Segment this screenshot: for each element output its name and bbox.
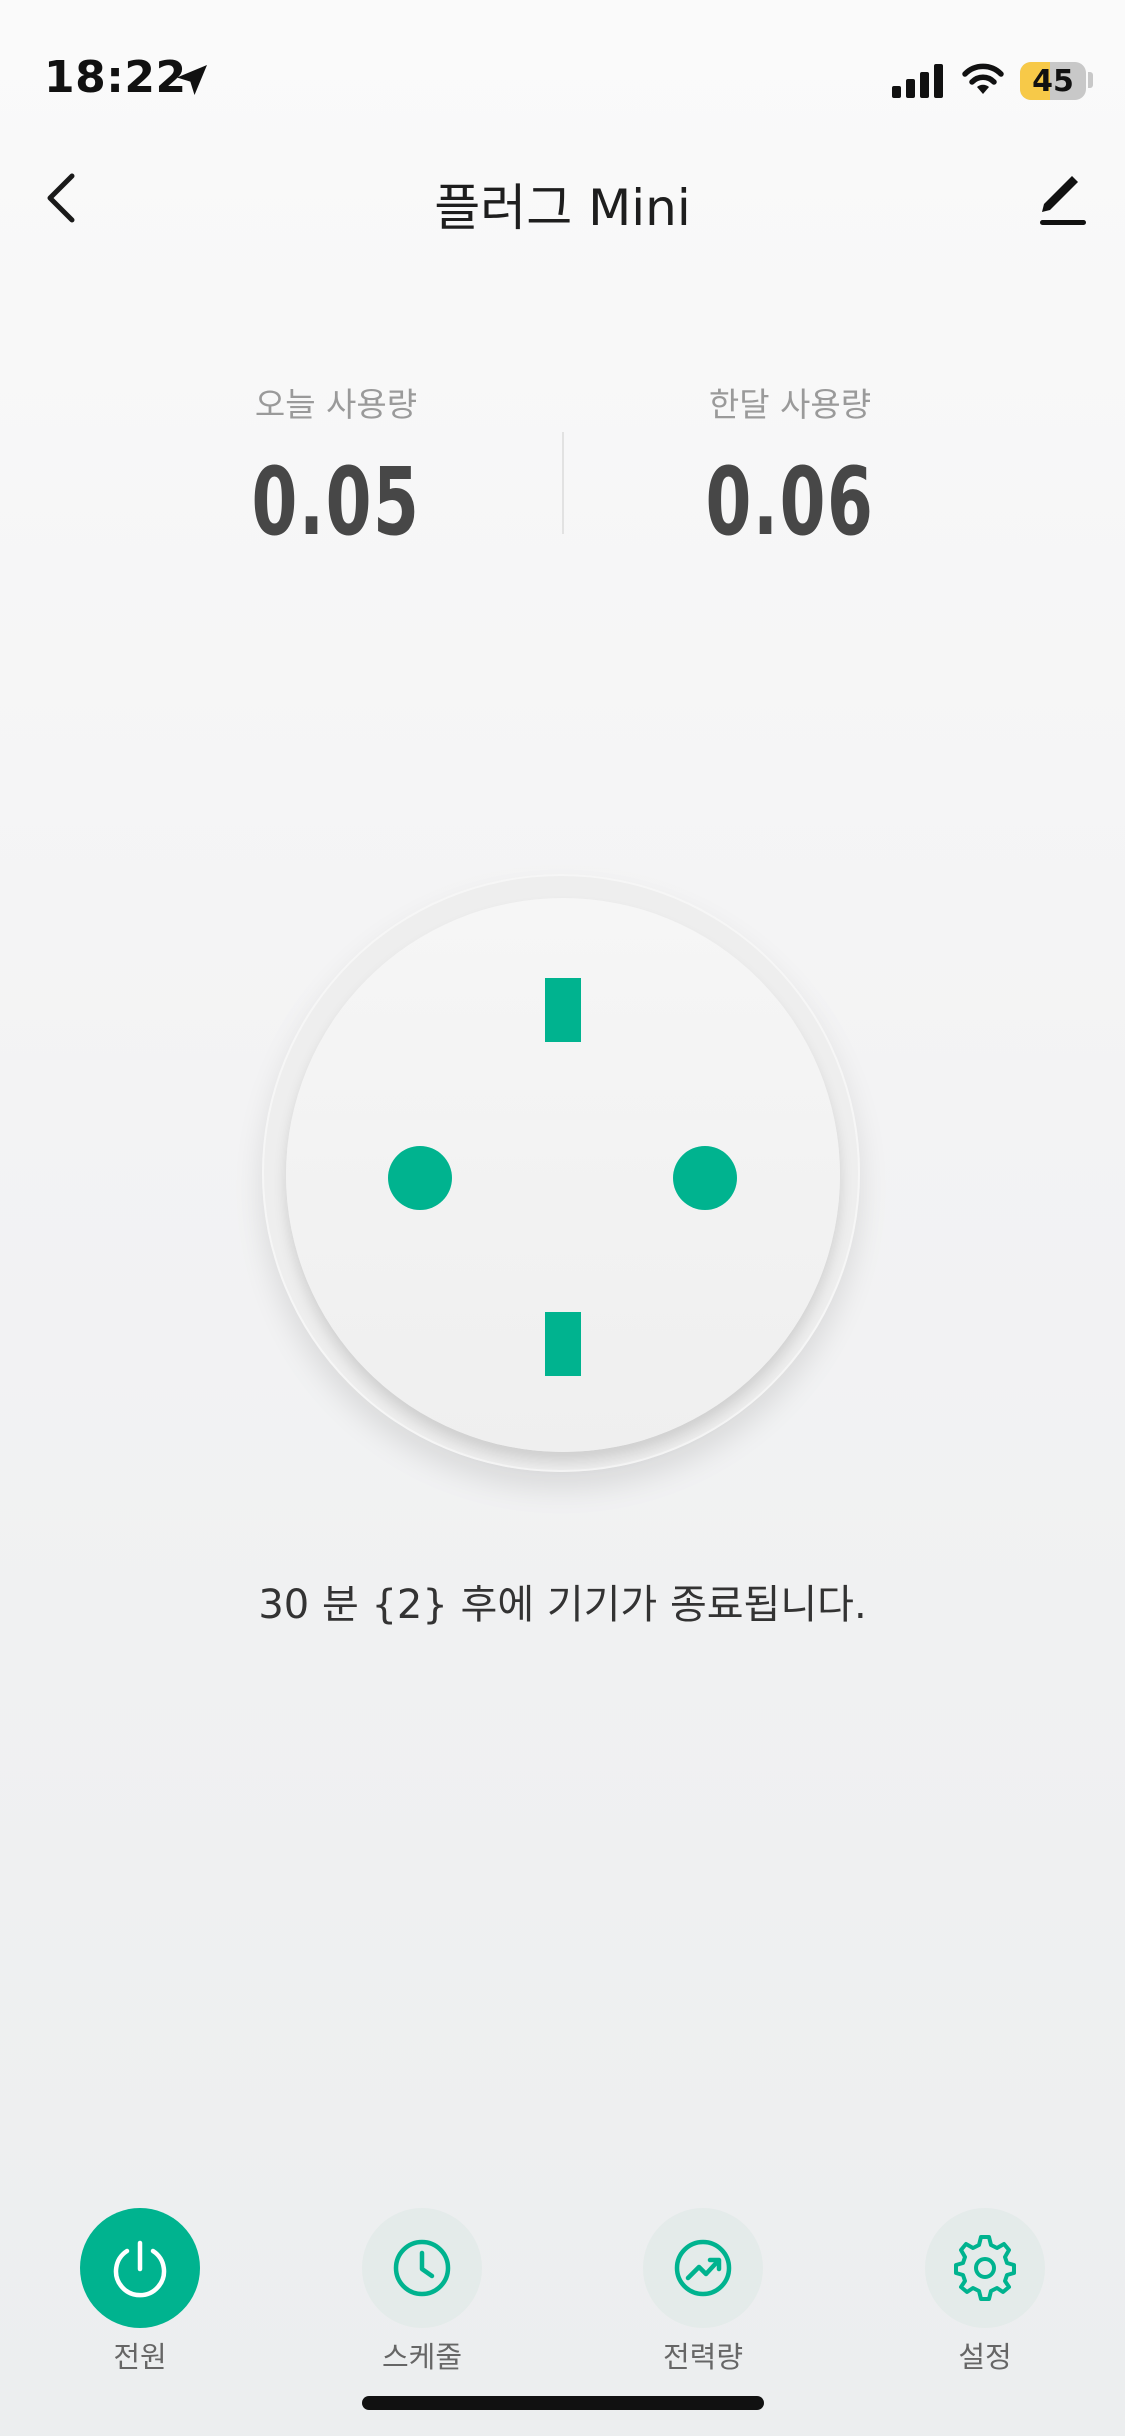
power-icon (113, 2240, 167, 2298)
stats-divider (562, 432, 564, 534)
tab-energy[interactable] (643, 2208, 763, 2328)
timer-message: 30 분 {2} 후에 기기가 종료됩니다. (258, 1582, 867, 1628)
tab-power[interactable] (80, 2208, 200, 2328)
today-usage-value: 0.05 (251, 448, 421, 557)
location-arrow-icon (177, 65, 207, 95)
wifi-icon (962, 63, 1004, 94)
tab-schedule[interactable] (362, 2208, 482, 2328)
status-time: 18:22 (44, 52, 187, 103)
tab-energy-label: 전력량 (662, 2340, 744, 2374)
tab-schedule-label: 스케줄 (381, 2340, 463, 2374)
battery-icon: 45 (1020, 62, 1086, 100)
edit-button[interactable] (1032, 164, 1092, 230)
socket-right-pin (673, 1146, 737, 1210)
battery-cap (1088, 72, 1093, 88)
home-indicator[interactable] (362, 2396, 764, 2410)
pencil-icon (1040, 176, 1086, 225)
page-title: 플러그 Mini (434, 179, 691, 237)
tab-settings[interactable] (925, 2208, 1045, 2328)
socket-bottom-slot (545, 1312, 581, 1376)
month-usage-value: 0.06 (705, 448, 875, 557)
gear-icon (954, 2235, 1016, 2301)
tab-settings-label: 설정 (958, 2340, 1012, 2374)
month-usage-label: 한달 사용량 (708, 385, 872, 424)
trend-chart-icon (674, 2239, 732, 2297)
socket-left-pin (388, 1146, 452, 1210)
battery-level: 45 (1032, 63, 1074, 99)
socket-top-slot (545, 978, 581, 1042)
cellular-signal-icon (892, 64, 943, 98)
today-usage-label: 오늘 사용량 (254, 385, 418, 424)
clock-icon (393, 2239, 451, 2297)
tab-power-label: 전원 (113, 2340, 167, 2374)
